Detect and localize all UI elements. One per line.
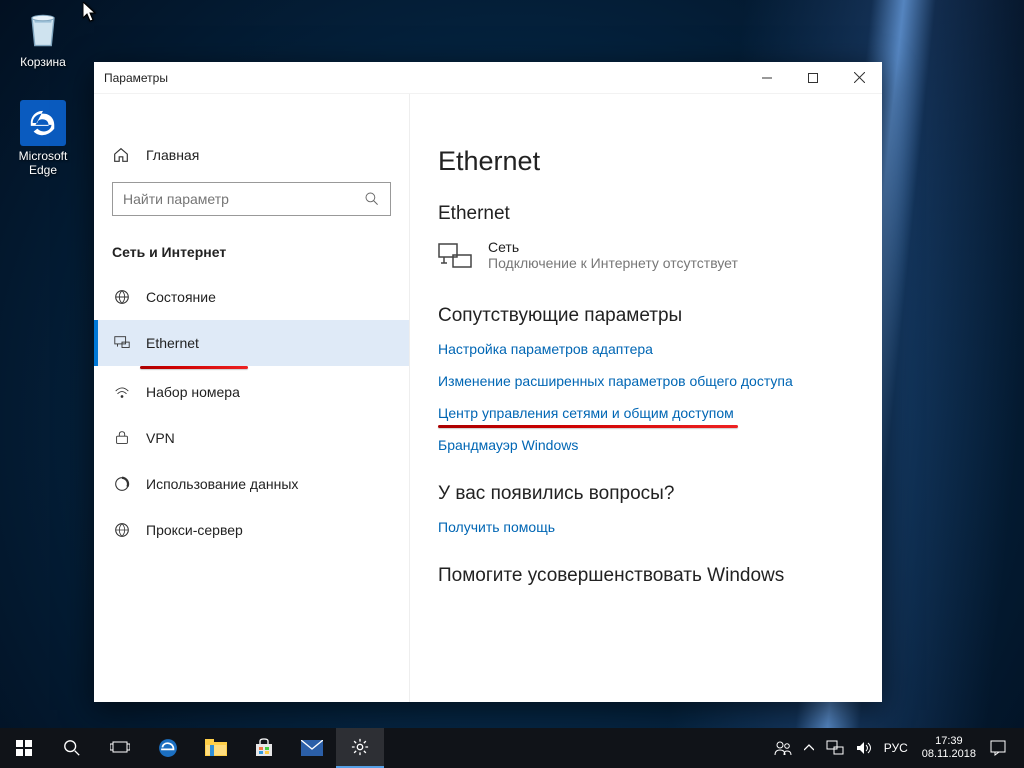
close-button[interactable] [836, 62, 882, 94]
search-taskbar-icon[interactable] [48, 728, 96, 768]
network-status: Подключение к Интернету отсутствует [488, 255, 738, 271]
edge-icon [20, 100, 66, 146]
taskbar-store[interactable] [240, 728, 288, 768]
link-advanced-sharing[interactable]: Изменение расширенных параметров общего … [438, 373, 793, 389]
window-title: Параметры [104, 71, 168, 85]
sidebar-category: Сеть и Интернет [94, 244, 409, 274]
status-icon [112, 288, 132, 306]
desktop-icon-label: Корзина [4, 55, 82, 69]
sidebar-item-datausage[interactable]: Использование данных [94, 461, 409, 507]
page-title: Ethernet [438, 146, 854, 177]
vpn-icon [112, 429, 132, 447]
sidebar-item-proxy[interactable]: Прокси-сервер [94, 507, 409, 553]
data-usage-icon [112, 475, 132, 493]
tray-date: 08.11.2018 [922, 748, 976, 761]
sidebar-item-label: Состояние [146, 289, 216, 305]
sidebar-item-vpn[interactable]: VPN [94, 415, 409, 461]
section-heading-help: У вас появились вопросы? [438, 483, 854, 505]
sidebar-item-label: Набор номера [146, 384, 240, 400]
desktop-icon-edge[interactable]: Microsoft Edge [4, 100, 82, 177]
network-icon [438, 243, 474, 271]
tray-chevron-up-icon[interactable] [798, 728, 820, 768]
taskbar-settings[interactable] [336, 728, 384, 768]
sidebar-home-label: Главная [146, 147, 199, 163]
desktop-icon-label: Microsoft Edge [4, 149, 82, 177]
cursor-icon [83, 2, 99, 22]
link-firewall[interactable]: Брандмауэр Windows [438, 437, 578, 453]
tray-clock[interactable]: 17:39 08.11.2018 [914, 728, 984, 768]
taskbar: РУС 17:39 08.11.2018 [0, 728, 1024, 768]
content-panel: Ethernet Ethernet Сеть Подключение к Инт… [410, 94, 882, 702]
maximize-button[interactable] [790, 62, 836, 94]
sidebar-item-dialup[interactable]: Набор номера [94, 369, 409, 415]
taskbar-mail[interactable] [288, 728, 336, 768]
sidebar-item-label: Использование данных [146, 476, 298, 492]
link-adapter-settings[interactable]: Настройка параметров адаптера [438, 341, 653, 357]
proxy-icon [112, 521, 132, 539]
sidebar-item-label: VPN [146, 430, 175, 446]
link-get-help[interactable]: Получить помощь [438, 519, 555, 535]
section-heading-improve: Помогите усовершенствовать Windows [438, 565, 854, 587]
desktop: Корзина Microsoft Edge Параметры Главная [0, 0, 1024, 768]
network-name: Сеть [488, 239, 738, 255]
start-button[interactable] [0, 728, 48, 768]
tray-language[interactable]: РУС [878, 728, 914, 768]
sidebar-item-label: Прокси-сервер [146, 522, 243, 538]
taskbar-edge[interactable] [144, 728, 192, 768]
search-input-wrap[interactable] [112, 182, 391, 216]
search-icon [364, 191, 380, 207]
link-network-center[interactable]: Центр управления сетями и общим доступом [438, 405, 734, 421]
desktop-icon-recycle-bin[interactable]: Корзина [4, 6, 82, 69]
recycle-bin-icon [20, 6, 66, 52]
minimize-button[interactable] [744, 62, 790, 94]
titlebar[interactable]: Параметры [94, 62, 882, 94]
section-heading-ethernet: Ethernet [438, 203, 854, 225]
search-input[interactable] [123, 191, 364, 207]
taskbar-explorer[interactable] [192, 728, 240, 768]
section-heading-related: Сопутствующие параметры [438, 305, 854, 327]
tray-people-icon[interactable] [768, 728, 798, 768]
dialup-icon [112, 383, 132, 401]
tray-volume-icon[interactable] [850, 728, 878, 768]
tray-network-icon[interactable] [820, 728, 850, 768]
sidebar-item-status[interactable]: Состояние [94, 274, 409, 320]
tray-notifications-icon[interactable] [984, 728, 1012, 768]
task-view-icon[interactable] [96, 728, 144, 768]
sidebar-item-ethernet[interactable]: Ethernet [94, 320, 409, 366]
sidebar-home[interactable]: Главная [94, 146, 409, 182]
tray-time: 17:39 [935, 735, 963, 748]
sidebar-item-label: Ethernet [146, 335, 199, 351]
ethernet-icon [112, 334, 132, 352]
sidebar: Главная Сеть и Интернет Состояние Ethern… [94, 94, 410, 702]
system-tray: РУС 17:39 08.11.2018 [768, 728, 1024, 768]
settings-window: Параметры Главная Сеть и Интернет [94, 62, 882, 702]
ethernet-connection[interactable]: Сеть Подключение к Интернету отсутствует [438, 239, 854, 271]
show-desktop-button[interactable] [1012, 728, 1024, 768]
home-icon [112, 146, 132, 164]
